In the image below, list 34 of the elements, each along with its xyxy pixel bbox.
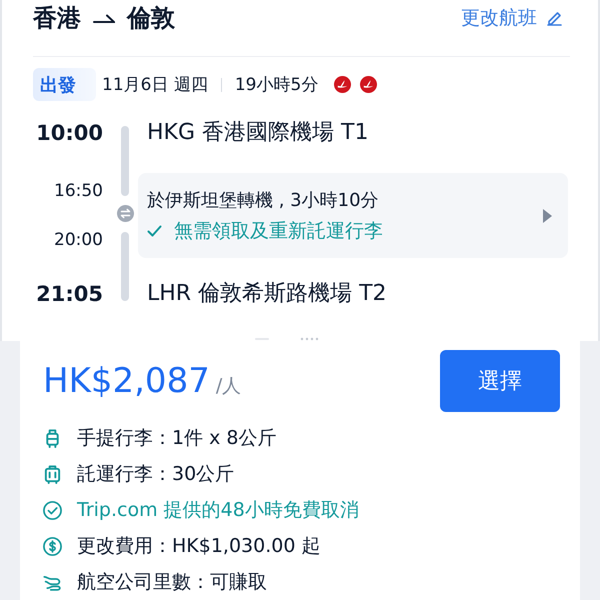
baggage-note: 無需領取及重新託運行李 bbox=[174, 218, 383, 244]
feature-text: Trip.com 提供的48小時免費取消 bbox=[77, 498, 359, 523]
coin-icon bbox=[43, 536, 62, 556]
check-circle-icon bbox=[43, 500, 62, 520]
arrival-airport: LHR 倫敦希斯路機場 T2 bbox=[147, 280, 388, 308]
select-button[interactable]: 選擇 bbox=[440, 350, 560, 412]
suitcase-icon bbox=[43, 464, 62, 484]
check-icon bbox=[147, 224, 162, 236]
feature-text: 手提行李：1件 x 8公斤 bbox=[77, 426, 276, 451]
airline-logo-icon bbox=[360, 76, 378, 93]
feature-text: 航空公司里數：可賺取 bbox=[77, 570, 267, 595]
arrival-time: 21:05 bbox=[35, 281, 103, 308]
play-icon bbox=[543, 208, 552, 222]
flight-duration: 19小時5分 bbox=[234, 74, 318, 96]
departure-tag: 出發 bbox=[33, 68, 96, 101]
timeline-bar bbox=[121, 126, 129, 196]
departure-time: 10:00 bbox=[35, 120, 103, 147]
destination-city: 倫敦 bbox=[127, 3, 175, 33]
price-text: HK$2,087 bbox=[43, 361, 210, 401]
feature-text: 託運行李：30公斤 bbox=[77, 462, 234, 487]
change-flight-link[interactable]: 更改航班 bbox=[461, 5, 562, 31]
layover-card[interactable]: 於伊斯坦堡轉機 , 3小時10分 無需領取及重新託運行李 bbox=[138, 173, 568, 258]
departure-date: 11月6日 週四 bbox=[102, 74, 208, 96]
price-unit: /人 bbox=[216, 374, 242, 399]
layover-departure-time: 20:00 bbox=[54, 229, 103, 251]
timeline-bar bbox=[121, 232, 129, 301]
feature-text: 更改費用：HK$1,030.00 起 bbox=[77, 534, 320, 559]
airline-logo-icon bbox=[334, 76, 352, 93]
transfer-icon bbox=[116, 205, 134, 222]
origin-city: 香港 bbox=[33, 3, 81, 33]
layover-arrival-time: 16:50 bbox=[54, 180, 103, 202]
pencil-icon bbox=[547, 10, 562, 26]
layover-text: 於伊斯坦堡轉機 , 3小時10分 bbox=[147, 188, 380, 212]
departure-airport: HKG 香港國際機場 T1 bbox=[147, 119, 370, 147]
